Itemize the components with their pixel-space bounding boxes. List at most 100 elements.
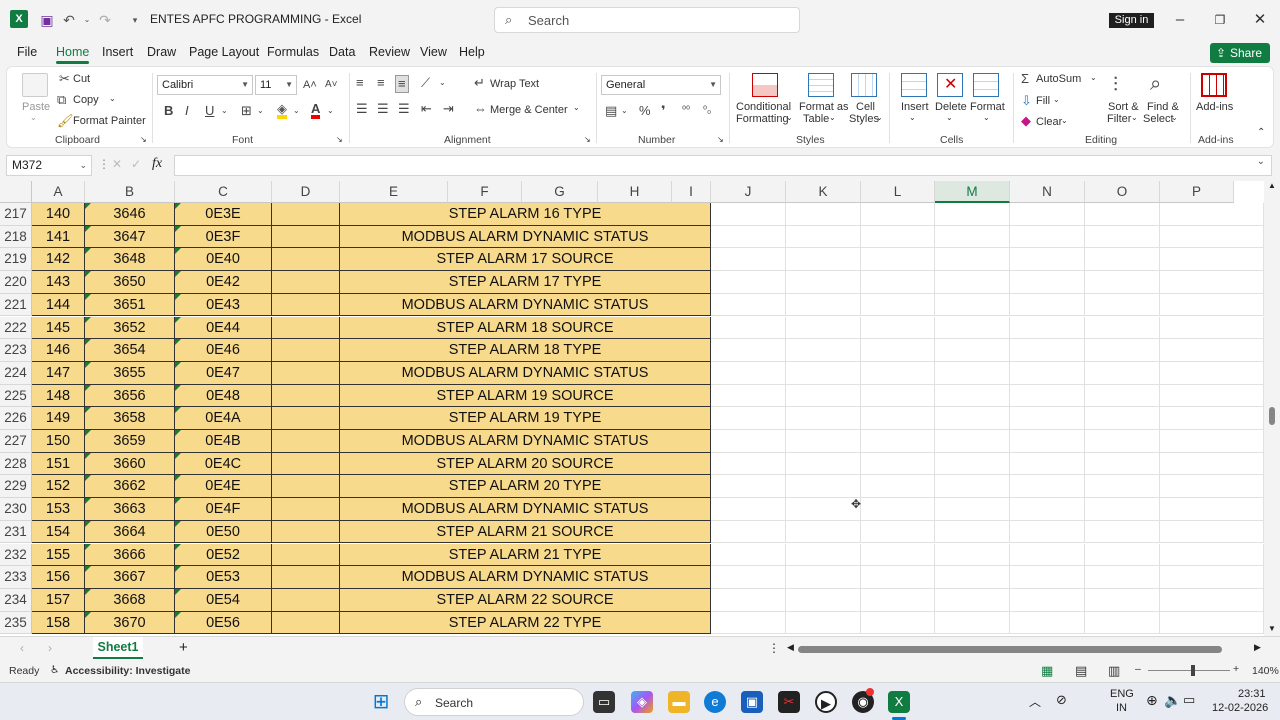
search-box[interactable]: ⌕ Search: [494, 7, 800, 33]
cell-d[interactable]: [272, 498, 340, 521]
cell-c[interactable]: 0E4A: [175, 407, 272, 430]
orientation-dropdown-icon[interactable]: ⌄: [439, 75, 446, 91]
empty-cell[interactable]: [935, 566, 1010, 589]
cell-e-merged[interactable]: STEP ALARM 18 TYPE: [340, 339, 711, 362]
language-2[interactable]: IN: [1116, 702, 1127, 714]
empty-cell[interactable]: [1160, 588, 1264, 612]
cell-b[interactable]: 3647: [85, 225, 175, 249]
empty-cell[interactable]: [1160, 407, 1264, 430]
empty-cell[interactable]: [861, 407, 935, 430]
delete-dropdown-icon[interactable]: ⌄: [946, 113, 953, 122]
cell-e-merged[interactable]: STEP ALARM 17 TYPE: [340, 271, 711, 294]
empty-cell[interactable]: [786, 475, 861, 499]
row-header[interactable]: 234: [0, 588, 32, 612]
empty-cell[interactable]: [861, 384, 935, 408]
sign-in-button[interactable]: Sign in: [1109, 13, 1154, 28]
cell-d[interactable]: [272, 588, 340, 612]
align-middle-icon[interactable]: ≡: [377, 75, 385, 91]
name-box[interactable]: M372 ⌄: [6, 155, 92, 176]
empty-cell[interactable]: [786, 543, 861, 567]
volume-icon[interactable]: 🔈: [1164, 692, 1181, 709]
empty-cell[interactable]: [935, 452, 1010, 476]
row-header[interactable]: 218: [0, 225, 32, 249]
cell-e-merged[interactable]: STEP ALARM 16 TYPE: [340, 203, 711, 226]
cell-c[interactable]: 0E3E: [175, 203, 272, 226]
copy-button[interactable]: Copy: [73, 94, 99, 106]
add-sheet-button[interactable]: +: [179, 639, 188, 656]
cell-c[interactable]: 0E4E: [175, 475, 272, 499]
cell-a[interactable]: 148: [32, 384, 85, 408]
empty-cell[interactable]: [935, 293, 1010, 317]
tab-draw[interactable]: Draw: [147, 45, 176, 59]
format-dropdown-icon[interactable]: ⌄: [983, 113, 990, 122]
empty-cell[interactable]: [861, 430, 935, 453]
cell-a[interactable]: 154: [32, 520, 85, 544]
comma-style-icon[interactable]: ❜: [661, 103, 666, 119]
tab-home[interactable]: Home: [56, 45, 90, 64]
store-icon[interactable]: ▣: [741, 691, 763, 713]
tab-file[interactable]: File: [17, 45, 37, 59]
row-header[interactable]: 231: [0, 520, 32, 544]
capcut-icon[interactable]: ✂: [778, 691, 800, 713]
cell-a[interactable]: 152: [32, 475, 85, 499]
cell-a[interactable]: 156: [32, 566, 85, 589]
empty-cell[interactable]: [1160, 520, 1264, 544]
row-header[interactable]: 219: [0, 248, 32, 272]
worksheet-grid[interactable]: ABCDEFGHIJKLMNOP 217 140 3646 0E3E STEP ALAR…: [0, 181, 1264, 636]
edge-icon[interactable]: e: [704, 691, 726, 713]
clock-date[interactable]: 12-02-2026: [1212, 702, 1268, 714]
borders-icon[interactable]: ⊞: [241, 103, 252, 119]
empty-cell[interactable]: [1010, 520, 1085, 544]
empty-cell[interactable]: [786, 407, 861, 430]
row-header[interactable]: 232: [0, 543, 32, 567]
wrap-text-button[interactable]: Wrap Text: [490, 78, 539, 90]
empty-cell[interactable]: [1085, 588, 1160, 612]
cell-c[interactable]: 0E40: [175, 248, 272, 272]
accessibility-status[interactable]: Accessibility: Investigate: [65, 665, 190, 677]
empty-cell[interactable]: [935, 611, 1010, 635]
empty-cell[interactable]: [1010, 611, 1085, 635]
cell-b[interactable]: 3659: [85, 430, 175, 453]
empty-cell[interactable]: [1085, 339, 1160, 362]
empty-cell[interactable]: [935, 248, 1010, 272]
media-player-icon[interactable]: ▶: [815, 691, 837, 713]
column-header-i[interactable]: I: [672, 181, 711, 203]
copy-dropdown-icon[interactable]: ⌄: [109, 94, 116, 103]
empty-cell[interactable]: [935, 339, 1010, 362]
scroll-up-icon[interactable]: ▲: [1268, 181, 1276, 190]
row-header[interactable]: 223: [0, 339, 32, 362]
row-header[interactable]: 226: [0, 407, 32, 430]
empty-cell[interactable]: [1085, 430, 1160, 453]
find-select-button[interactable]: Find &: [1147, 101, 1179, 113]
cell-d[interactable]: [272, 203, 340, 226]
align-bottom-icon[interactable]: ≡: [395, 75, 409, 93]
format-as-table-label[interactable]: Table: [803, 113, 829, 125]
language-1[interactable]: ENG: [1110, 688, 1134, 700]
cell-b[interactable]: 3655: [85, 361, 175, 385]
empty-cell[interactable]: [1160, 543, 1264, 567]
empty-cell[interactable]: [711, 520, 786, 544]
select-all-corner[interactable]: [0, 181, 32, 203]
cell-a[interactable]: 144: [32, 293, 85, 317]
cell-b[interactable]: 3658: [85, 407, 175, 430]
empty-cell[interactable]: [711, 407, 786, 430]
normal-view-icon[interactable]: ▦: [1041, 663, 1053, 679]
clear-button[interactable]: Clear: [1036, 116, 1062, 128]
cell-c[interactable]: 0E53: [175, 566, 272, 589]
empty-cell[interactable]: [711, 543, 786, 567]
empty-cell[interactable]: [1085, 361, 1160, 385]
empty-cell[interactable]: [935, 384, 1010, 408]
tab-review[interactable]: Review: [369, 45, 410, 59]
column-header-c[interactable]: C: [175, 181, 272, 203]
font-launcher-icon[interactable]: ↘: [336, 135, 343, 144]
cell-b[interactable]: 3654: [85, 339, 175, 362]
format-cells-button[interactable]: Format: [970, 101, 1005, 113]
excel-taskbar-icon[interactable]: X: [888, 691, 910, 713]
empty-cell[interactable]: [1085, 452, 1160, 476]
cell-a[interactable]: 147: [32, 361, 85, 385]
cell-a[interactable]: 146: [32, 339, 85, 362]
tray-app-icon[interactable]: ⊘: [1056, 692, 1067, 708]
column-header-l[interactable]: L: [861, 181, 935, 203]
empty-cell[interactable]: [786, 452, 861, 476]
empty-cell[interactable]: [861, 520, 935, 544]
